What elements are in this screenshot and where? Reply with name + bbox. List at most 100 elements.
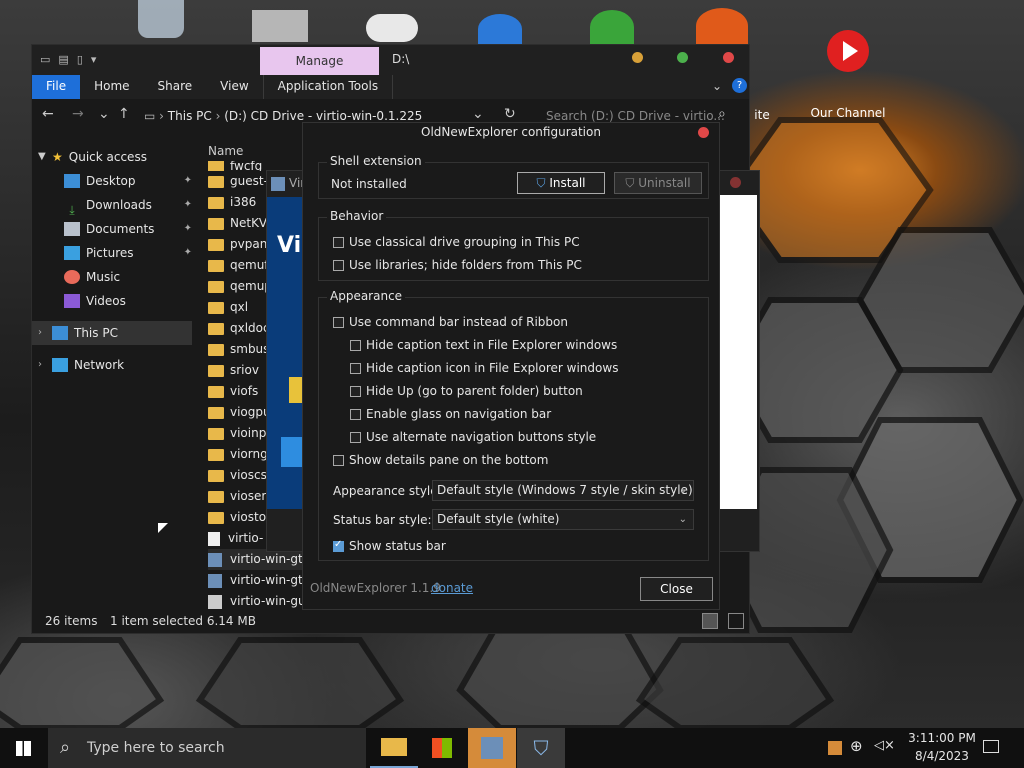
pin-icon[interactable]: ✦ xyxy=(184,217,192,241)
sidebar-item-label: This PC xyxy=(74,326,118,340)
tab-home[interactable]: Home xyxy=(80,75,143,99)
close-dialog-button[interactable]: Close xyxy=(640,577,713,601)
installer-icon xyxy=(208,552,222,567)
close-button[interactable] xyxy=(723,52,734,63)
folder-icon[interactable] xyxy=(252,10,308,42)
hide-caption-icon-checkbox[interactable]: Hide caption icon in File Explorer windo… xyxy=(350,361,618,375)
taskbar-file-explorer[interactable] xyxy=(370,728,418,768)
tab-file[interactable]: File xyxy=(32,75,81,99)
network-icon xyxy=(52,358,68,372)
donate-link[interactable]: donate xyxy=(431,581,473,595)
address-dropdown-icon[interactable]: ⌄ xyxy=(472,106,484,122)
version-label: OldNewExplorer 1.1.9 xyxy=(310,581,441,595)
sidebar-item-music[interactable]: Music xyxy=(32,265,192,289)
chevron-down-icon[interactable]: ▾ xyxy=(91,53,97,66)
sidebar-item-network[interactable]: › Network xyxy=(32,353,192,377)
breadcrumb-this-pc[interactable]: This PC xyxy=(168,109,212,123)
checkbox-box xyxy=(350,408,361,420)
folder-icon xyxy=(208,238,224,251)
notifications-icon[interactable] xyxy=(983,740,999,753)
appearance-style-select[interactable]: Default style (Windows 7 style / skin st… xyxy=(432,480,694,501)
speaker-muted-icon[interactable]: ◁× xyxy=(874,738,895,753)
pin-icon[interactable]: ✦ xyxy=(184,193,192,217)
taskbar-security[interactable]: ⛉ xyxy=(517,728,565,768)
folder-icon xyxy=(208,385,224,398)
recent-chevron-icon[interactable]: ⌄ xyxy=(98,106,110,122)
tab-share[interactable]: Share xyxy=(144,75,207,99)
sidebar-item-desktop[interactable]: Desktop ✦ xyxy=(32,169,192,193)
globe-icon[interactable]: ⊕ xyxy=(850,737,863,755)
properties-icon[interactable]: ▤ xyxy=(58,53,68,66)
star-icon: ★ xyxy=(52,150,63,164)
taskbar-search[interactable]: ⌕ Type here to search xyxy=(48,728,366,768)
sidebar-item-videos[interactable]: Videos xyxy=(32,289,192,313)
drive-icon[interactable]: ▭ xyxy=(40,53,50,66)
pin-icon[interactable]: ✦ xyxy=(184,169,192,193)
start-button[interactable] xyxy=(0,728,48,768)
folder-icon xyxy=(208,161,224,171)
sidebar-item-quick-access[interactable]: ▼ ★ Quick access xyxy=(32,145,192,169)
close-button[interactable] xyxy=(698,127,709,138)
app-icon[interactable] xyxy=(478,14,522,44)
status-bar-style-select[interactable]: Default style (white) ⌄ xyxy=(432,509,694,530)
use-libraries-checkbox[interactable]: Use libraries; hide folders from This PC xyxy=(333,258,582,272)
tab-application-tools[interactable]: Application Tools xyxy=(262,75,394,99)
chevron-down-icon[interactable]: ⌄ xyxy=(712,79,722,93)
desktop-icon-website[interactable]: ite xyxy=(748,108,776,122)
close-button[interactable] xyxy=(730,177,741,188)
sidebar-item-documents[interactable]: Documents ✦ xyxy=(32,217,192,241)
clock-time[interactable]: 3:11:00 PM xyxy=(904,731,980,745)
up-arrow-icon[interactable]: ↑ xyxy=(118,106,130,122)
sidebar-item-pictures[interactable]: Pictures ✦ xyxy=(32,241,192,265)
breadcrumb-cd-drive[interactable]: (D:) CD Drive - virtio-win-0.1.225 xyxy=(224,109,422,123)
breadcrumb-sep: › xyxy=(215,109,225,123)
pin-icon[interactable]: ✦ xyxy=(184,241,192,265)
sidebar-item-this-pc[interactable]: › This PC xyxy=(32,321,192,345)
taskbar-installer[interactable] xyxy=(468,728,516,768)
chevron-down-icon: ⌄ xyxy=(678,514,687,525)
browser-icon[interactable] xyxy=(696,8,748,44)
details-view-icon[interactable] xyxy=(702,613,718,629)
details-pane-bottom-checkbox[interactable]: Show details pane on the bottom xyxy=(333,453,548,467)
store-icon xyxy=(432,738,452,758)
maximize-button[interactable] xyxy=(677,52,688,63)
download-icon: ⤓ xyxy=(69,203,75,217)
forward-arrow-icon[interactable]: → xyxy=(72,106,84,122)
mouse-cursor-icon xyxy=(158,523,168,533)
desktop-icon-our-channel[interactable]: Our Channel xyxy=(805,30,891,120)
help-icon[interactable]: ? xyxy=(732,78,747,93)
xbox-icon[interactable] xyxy=(590,10,634,44)
quick-access-toolbar: ▭ ▤ ▯ ▾ xyxy=(40,53,96,66)
sidebar-item-downloads[interactable]: ⤓ Downloads ✦ xyxy=(32,193,192,217)
hide-caption-text-checkbox[interactable]: Hide caption text in File Explorer windo… xyxy=(350,338,617,352)
refresh-icon[interactable]: ↻ xyxy=(504,106,516,122)
back-arrow-icon[interactable]: ← xyxy=(42,106,54,122)
package-icon[interactable] xyxy=(828,741,842,755)
recycle-bin-icon[interactable] xyxy=(138,0,184,38)
group-label: Appearance xyxy=(327,289,406,303)
enable-glass-checkbox[interactable]: Enable glass on navigation bar xyxy=(350,407,551,421)
hide-up-button-checkbox[interactable]: Hide Up (go to parent folder) button xyxy=(350,384,583,398)
folder-icon xyxy=(208,343,224,356)
clock-date[interactable]: 8/4/2023 xyxy=(904,749,980,763)
tab-view[interactable]: View xyxy=(206,75,262,99)
manage-tab[interactable]: Manage xyxy=(260,47,379,75)
install-button[interactable]: ⛉ Install xyxy=(517,172,605,194)
uninstall-button[interactable]: ⛉ Uninstall xyxy=(614,172,702,194)
search-placeholder: Type here to search xyxy=(87,740,225,756)
large-icons-view-icon[interactable] xyxy=(728,613,744,629)
show-status-bar-checkbox[interactable]: Show status bar xyxy=(333,539,446,553)
taskbar-store[interactable] xyxy=(418,728,466,768)
gamepad-icon[interactable] xyxy=(366,14,418,42)
minimize-button[interactable] xyxy=(632,52,643,63)
command-bar-checkbox[interactable]: Use command bar instead of Ribbon xyxy=(333,315,568,329)
classical-drive-grouping-checkbox[interactable]: Use classical drive grouping in This PC xyxy=(333,235,580,249)
new-folder-icon[interactable]: ▯ xyxy=(77,53,83,66)
ribbon-tabs: File Home Share View Application Tools ⌄… xyxy=(32,75,749,99)
alternate-nav-buttons-checkbox[interactable]: Use alternate navigation buttons style xyxy=(350,430,596,444)
documents-icon xyxy=(64,222,80,236)
folder-icon xyxy=(208,511,224,524)
chevron-right-icon: › xyxy=(38,359,42,370)
folder-icon xyxy=(208,175,224,188)
chevron-down-icon: ▼ xyxy=(38,151,46,162)
